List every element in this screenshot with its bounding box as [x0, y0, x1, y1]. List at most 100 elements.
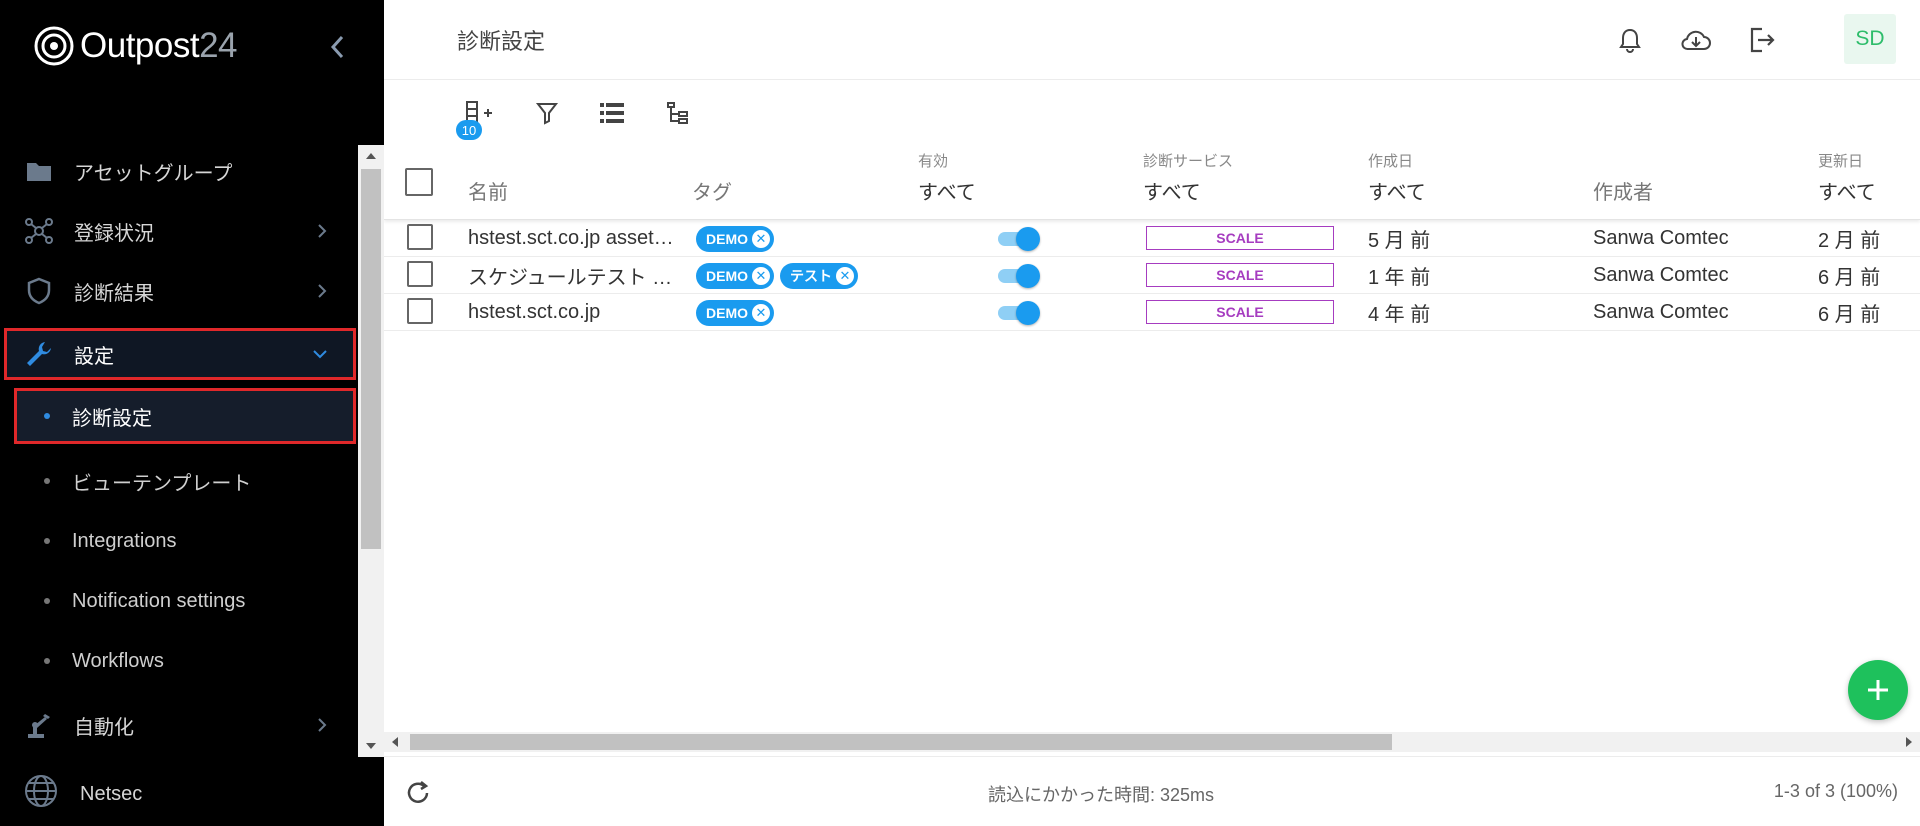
scroll-left-arrow-icon[interactable]	[392, 737, 398, 747]
logo[interactable]: Outpost 24	[34, 26, 238, 66]
tag-label: DEMO	[706, 304, 748, 321]
plus-icon	[1868, 680, 1888, 700]
logout-button[interactable]	[1746, 24, 1778, 56]
service-badge: SCALE	[1146, 263, 1334, 287]
sidebar-item-automation[interactable]: 自動化	[0, 699, 358, 751]
row-name[interactable]: スケジュールテスト …	[468, 257, 678, 294]
chevron-right-icon	[318, 284, 327, 298]
tree-icon	[667, 102, 688, 124]
column-filter-created[interactable]: すべて	[1368, 182, 1426, 204]
column-filter-updated[interactable]: すべて	[1818, 182, 1876, 204]
load-time-text: 読込にかかった時間: 325ms	[988, 785, 1215, 805]
table-row[interactable]: スケジュールテスト … DEMO ✕ テスト ✕ SCALE 1 年 前 Sanwa…	[384, 257, 1920, 294]
sidebar-item-settings[interactable]: 設定	[4, 328, 356, 380]
tag-chip[interactable]: DEMO ✕	[696, 225, 774, 252]
table-row[interactable]: hstest.sct.co.jp asset… DEMO ✕ SCALE 5 月 …	[384, 220, 1920, 257]
sidebar-subitem-scan-settings[interactable]: 診断設定	[14, 388, 356, 444]
scrollbar-thumb[interactable]	[410, 734, 1392, 750]
download-button[interactable]	[1680, 24, 1712, 56]
list-icon	[600, 103, 624, 123]
shield-icon	[24, 276, 54, 306]
column-header-enabled-label: 有効	[918, 153, 949, 170]
column-header-created-label: 作成日	[1368, 153, 1414, 170]
tag-chip[interactable]: テスト ✕	[780, 262, 858, 289]
scroll-right-arrow-icon[interactable]	[1906, 737, 1912, 747]
scroll-down-arrow-icon[interactable]	[366, 743, 376, 749]
toolbar: 10	[384, 80, 1920, 146]
row-checkbox[interactable]	[407, 224, 433, 250]
scroll-up-arrow-icon[interactable]	[366, 153, 376, 159]
column-header-service[interactable]: 診断サービス すべて	[1143, 153, 1233, 205]
bullet-icon	[44, 413, 50, 419]
footer: 読込にかかった時間: 325ms 1-3 of 3 (100%)	[384, 756, 1920, 826]
column-header-enabled[interactable]: 有効 すべて	[918, 153, 976, 205]
sidebar-item-label: アセットグループ	[74, 162, 233, 185]
enabled-toggle[interactable]	[996, 227, 1042, 251]
row-name[interactable]: hstest.sct.co.jp asset…	[468, 220, 678, 257]
avatar[interactable]: SD	[1844, 14, 1896, 64]
row-creator: Sanwa Comtec	[1593, 227, 1729, 249]
sidebar-subitem-view-templates[interactable]: ビューテンプレート	[0, 455, 358, 507]
column-header-created[interactable]: 作成日 すべて	[1368, 153, 1426, 205]
sidebar-subitem-integrations[interactable]: Integrations	[0, 515, 358, 567]
add-scan-config-button[interactable]	[1848, 660, 1908, 720]
column-count-badge: 10	[456, 120, 482, 140]
scrollbar-thumb[interactable]	[361, 169, 381, 549]
row-creator: Sanwa Comtec	[1593, 264, 1729, 286]
tag-label: DEMO	[706, 267, 748, 284]
table-row[interactable]: hstest.sct.co.jp DEMO ✕ SCALE 4 年 前 Sanwa…	[384, 294, 1920, 331]
list-view-button[interactable]	[595, 96, 629, 130]
sidebar-item-label: 診断結果	[74, 282, 154, 305]
notifications-button[interactable]	[1614, 24, 1646, 56]
refresh-button[interactable]	[404, 779, 432, 807]
header: 診断設定 SD	[384, 0, 1920, 80]
column-filter-service[interactable]: すべて	[1143, 182, 1201, 204]
select-all-checkbox[interactable]	[405, 168, 433, 196]
sidebar: Outpost 24 アセットグループ 登録状況 診断結果 設定 診断設定 ビュ…	[0, 0, 384, 826]
chevron-left-icon	[330, 35, 344, 59]
bell-icon	[1619, 28, 1641, 53]
column-header-creator[interactable]: 作成者	[1593, 176, 1653, 205]
collapse-sidebar-button[interactable]	[326, 32, 350, 62]
globe-icon	[24, 774, 58, 814]
remove-tag-icon[interactable]: ✕	[752, 303, 770, 322]
column-header-service-label: 診断サービス	[1143, 153, 1234, 170]
sidebar-item-scan-results[interactable]: 診断結果	[0, 265, 358, 317]
row-tags: DEMO ✕	[696, 220, 906, 257]
enabled-toggle[interactable]	[996, 264, 1042, 288]
sidebar-subitem-notification-settings[interactable]: Notification settings	[0, 575, 358, 627]
sidebar-subitem-label: ビューテンプレート	[72, 472, 252, 495]
column-filter-enabled[interactable]: すべて	[918, 182, 976, 204]
sidebar-scrollbar[interactable]	[358, 145, 384, 757]
sidebar-subitem-label: Notification settings	[72, 589, 246, 612]
row-updated: 6 月 前	[1818, 267, 1881, 289]
row-created: 4 年 前	[1368, 304, 1431, 326]
page-title: 診断設定	[457, 29, 546, 54]
enabled-toggle[interactable]	[996, 301, 1042, 325]
chevron-right-icon	[318, 718, 327, 732]
sidebar-subitem-workflows[interactable]: Workflows	[0, 635, 358, 687]
filter-icon	[535, 103, 559, 125]
tree-view-button[interactable]	[661, 96, 695, 130]
robot-arm-icon	[24, 710, 54, 740]
row-checkbox[interactable]	[407, 298, 433, 324]
remove-tag-icon[interactable]: ✕	[836, 266, 854, 285]
sidebar-item-registration-status[interactable]: 登録状況	[0, 205, 358, 257]
tag-chip[interactable]: DEMO ✕	[696, 299, 774, 326]
folder-icon	[24, 156, 54, 186]
tag-chip[interactable]: DEMO ✕	[696, 262, 774, 289]
chevron-down-icon	[313, 350, 327, 359]
remove-tag-icon[interactable]: ✕	[752, 266, 770, 285]
row-name[interactable]: hstest.sct.co.jp	[468, 294, 678, 331]
filter-button[interactable]	[530, 96, 564, 130]
column-header-updated[interactable]: 更新日 すべて	[1818, 153, 1876, 205]
service-badge: SCALE	[1146, 226, 1334, 250]
chevron-right-icon	[318, 224, 327, 238]
row-checkbox[interactable]	[407, 261, 433, 287]
remove-tag-icon[interactable]: ✕	[752, 229, 770, 248]
sidebar-item-asset-groups[interactable]: アセットグループ	[0, 145, 358, 197]
table-horizontal-scrollbar[interactable]	[384, 732, 1920, 752]
sidebar-item-netsec[interactable]: Netsec	[0, 768, 358, 820]
column-header-name[interactable]: 名前	[468, 176, 508, 205]
column-header-tag[interactable]: タグ	[692, 176, 732, 205]
